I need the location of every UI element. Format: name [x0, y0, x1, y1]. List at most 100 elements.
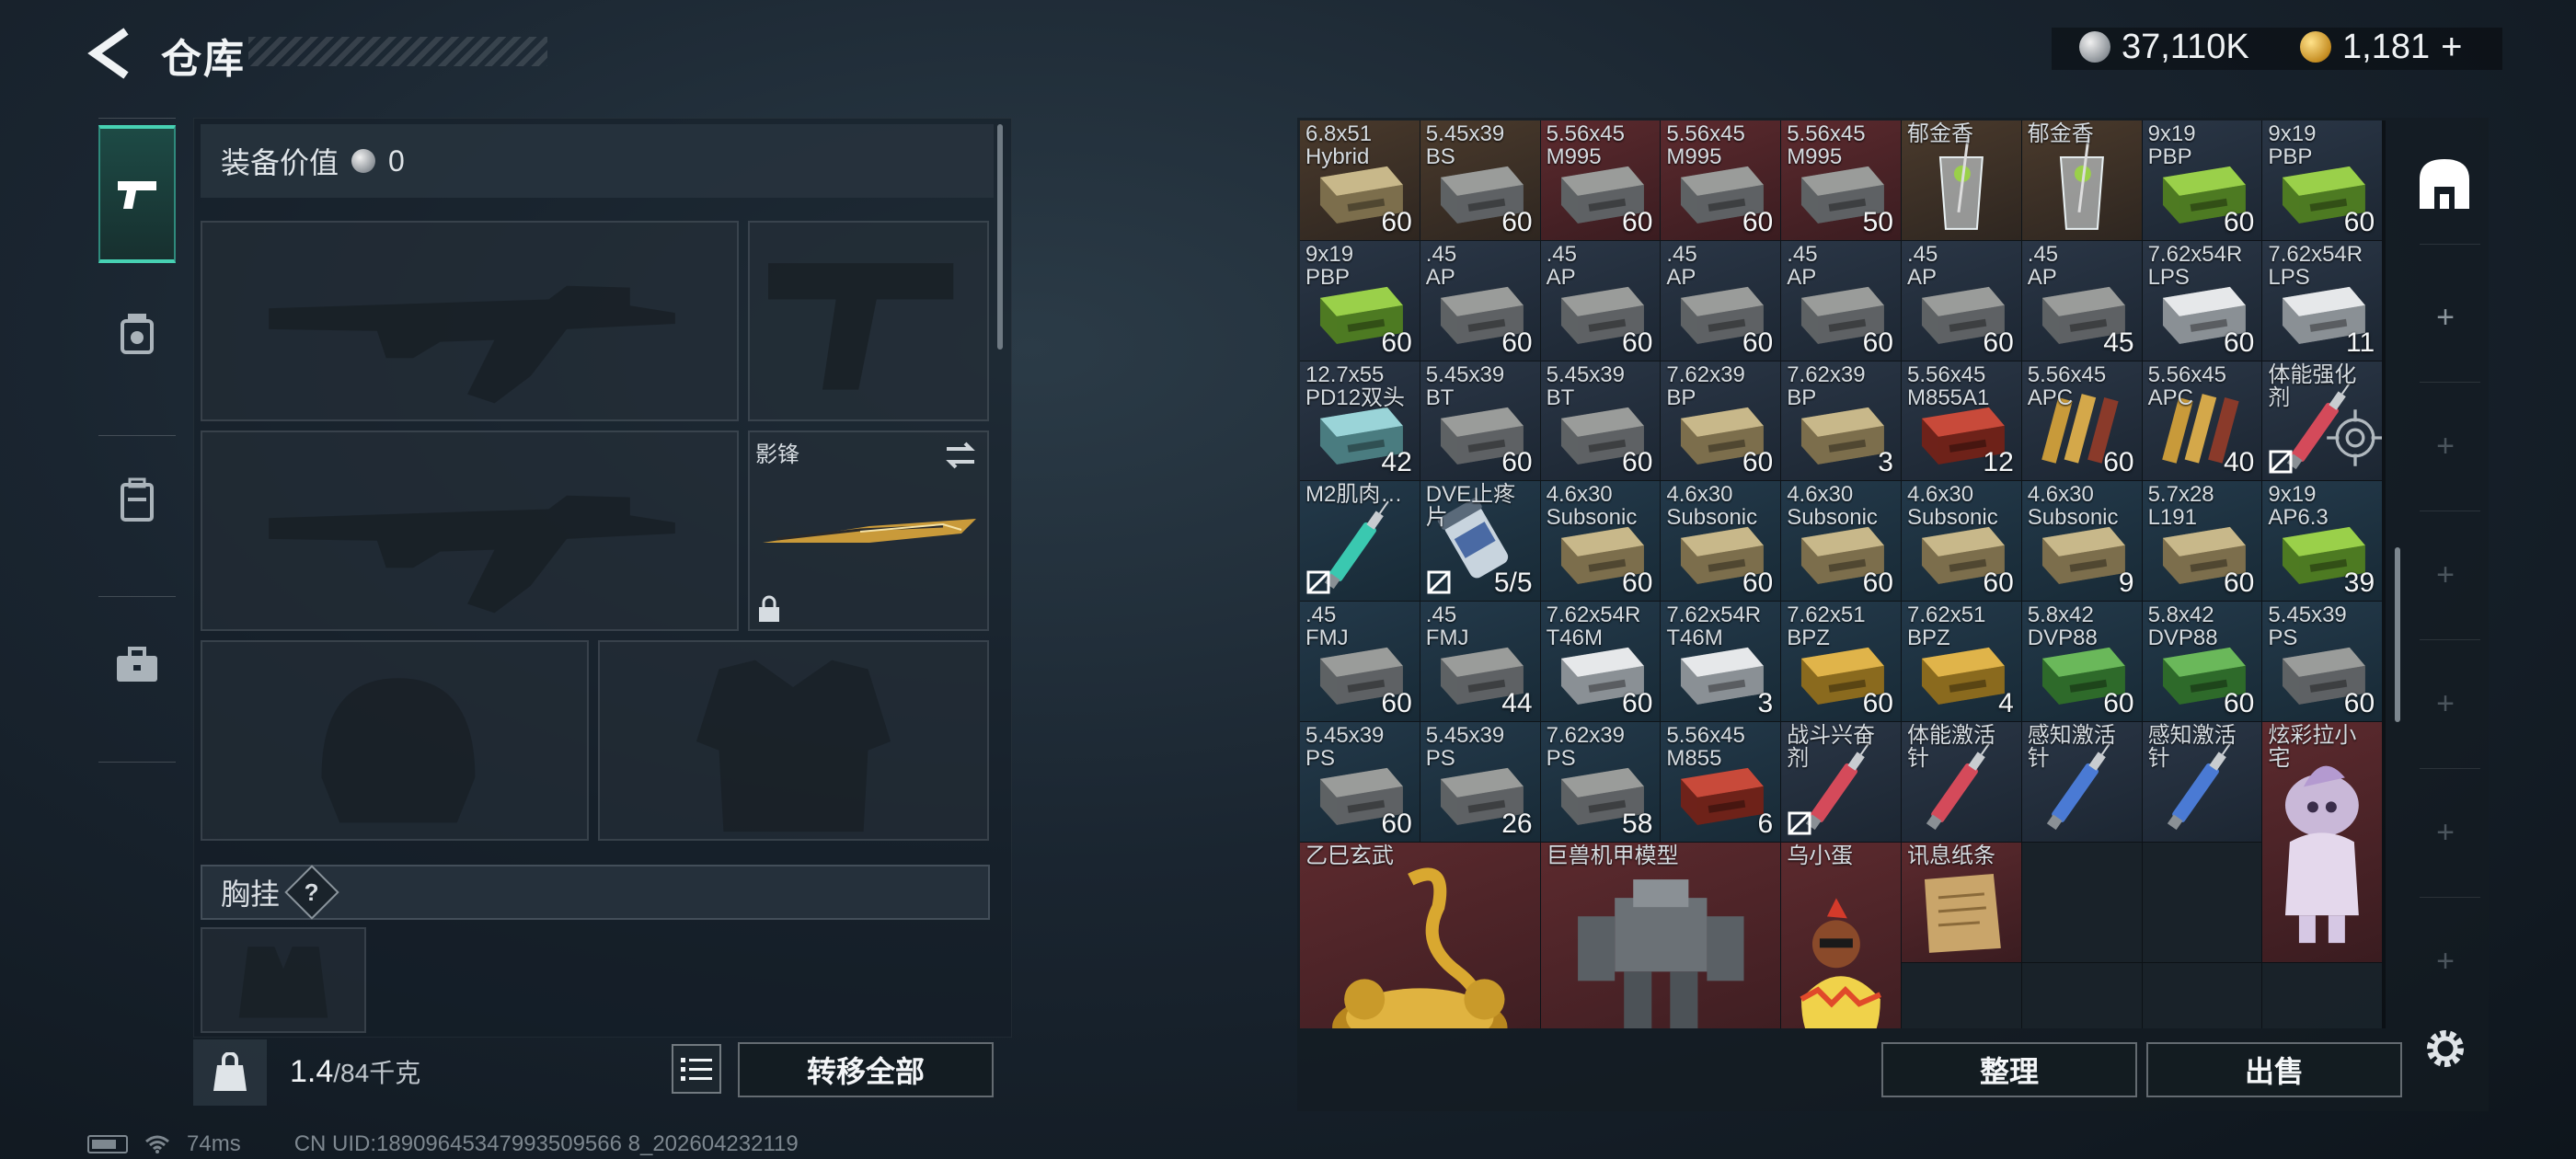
inventory-item[interactable]: DVE止疼片 5/5 — [1420, 481, 1540, 602]
inventory-item[interactable]: .45 AP 60 — [1901, 240, 2021, 361]
sell-button[interactable]: 出售 — [2146, 1042, 2402, 1097]
inventory-item[interactable]: 5.45x39 PS 26 — [1420, 721, 1540, 842]
chest-rig-slot[interactable] — [201, 927, 366, 1033]
item-name: 7.62x39 BP — [1787, 361, 1866, 410]
inventory-item[interactable]: .45 AP 60 — [1781, 240, 1901, 361]
inventory-item[interactable]: 9x19 PBP 60 — [2262, 120, 2383, 240]
inventory-item[interactable]: 5.45x39 BT 60 — [1420, 361, 1540, 481]
secondary-weapon-slot[interactable] — [201, 430, 739, 631]
inventory-item[interactable]: 7.62x39 PS 58 — [1540, 721, 1661, 842]
primary-weapon-slot[interactable] — [201, 221, 739, 421]
empty-slot[interactable] — [2142, 962, 2262, 1028]
inventory-item[interactable]: 5.45x39 PS 60 — [2262, 602, 2383, 721]
inventory-item[interactable]: .45 FMJ 44 — [1420, 602, 1540, 721]
inventory-item[interactable]: 7.62x54R LPS 11 — [2262, 240, 2383, 361]
inventory-item[interactable]: 7.62x39 BP 3 — [1781, 361, 1901, 481]
large-item-chick[interactable]: 乌小蛋 — [1781, 842, 1901, 1028]
inventory-item[interactable]: 5.45x39 BT 60 — [1540, 361, 1661, 481]
add-container-button[interactable]: + — [2427, 299, 2464, 336]
inventory-item[interactable]: 9x19 AP6.3 39 — [2262, 481, 2383, 602]
add-container-button[interactable]: + — [2427, 428, 2464, 465]
sidearm-slot[interactable] — [748, 221, 989, 421]
inventory-item[interactable]: .45 AP 60 — [1540, 240, 1661, 361]
armor-slot[interactable] — [598, 640, 989, 841]
empty-slot[interactable] — [1901, 962, 2021, 1028]
list-view-button[interactable] — [672, 1044, 721, 1094]
sort-button[interactable]: 整理 — [1881, 1042, 2137, 1097]
inventory-item[interactable]: 7.62x39 BP 60 — [1661, 361, 1781, 481]
tab-backpack[interactable] — [98, 430, 176, 568]
tab-case[interactable] — [98, 596, 176, 734]
inventory-item[interactable]: 5.56x45 APC 40 — [2142, 361, 2262, 481]
inventory-item[interactable]: 9x19 PBP 60 — [2142, 120, 2262, 240]
help-icon[interactable]: ? — [284, 865, 339, 920]
inventory-item[interactable]: 7.62x51 BPZ 60 — [1781, 602, 1901, 721]
add-container-button[interactable]: + — [2427, 685, 2464, 722]
inventory-item[interactable]: 7.62x54R LPS 60 — [2142, 240, 2262, 361]
inventory-item[interactable]: 感知激活针 — [2021, 721, 2142, 842]
inventory-item[interactable]: 感知激活针 — [2142, 721, 2262, 842]
warehouse-container-icon[interactable] — [2412, 152, 2477, 216]
inventory-item[interactable]: 战斗兴奋剂 — [1781, 721, 1901, 842]
inventory-item[interactable]: 5.56x45 M855A1 12 — [1901, 361, 2021, 481]
add-container-button[interactable]: + — [2427, 814, 2464, 851]
add-gold-button[interactable]: + — [2441, 27, 2462, 68]
title-decoration — [248, 37, 547, 66]
inventory-item[interactable]: 5.56x45 M995 60 — [1661, 120, 1781, 240]
inventory-item[interactable]: 4.6x30 Subsonic 9 — [2021, 481, 2142, 602]
inventory-item[interactable]: 5.8x42 DVP88 60 — [2142, 602, 2262, 721]
tab-ammo[interactable] — [98, 265, 176, 403]
inventory-item[interactable]: 4.6x30 Subsonic 60 — [1540, 481, 1661, 602]
inventory-item[interactable]: 体能强化剂 — [2262, 361, 2383, 481]
inventory-item[interactable]: .45 AP 60 — [1420, 240, 1540, 361]
inventory-item[interactable]: 6.8x51 Hybrid 60 — [1300, 120, 1420, 240]
item-count: 60 — [1501, 447, 1533, 478]
empty-slot[interactable] — [2021, 962, 2142, 1028]
transfer-all-button[interactable]: 转移全部 — [738, 1042, 994, 1097]
inventory-item[interactable]: .45 AP 60 — [1661, 240, 1781, 361]
inventory-item[interactable]: 7.62x54R T46M 3 — [1661, 602, 1781, 721]
inventory-item[interactable]: 5.8x42 DVP88 60 — [2021, 602, 2142, 721]
add-container-button[interactable]: + — [2427, 943, 2464, 980]
inventory-item[interactable]: 郁金香 — [2021, 120, 2142, 240]
helmet-slot[interactable] — [201, 640, 589, 841]
inventory-item[interactable]: 5.56x45 M855 6 — [1661, 721, 1781, 842]
inventory-item[interactable]: 体能激活针 — [1901, 721, 2021, 842]
inventory-item[interactable]: .45 AP 45 — [2021, 240, 2142, 361]
back-button[interactable] — [87, 28, 133, 79]
equipment-scrollbar[interactable] — [997, 124, 1003, 350]
item-note[interactable]: 讯息纸条 — [1901, 842, 2021, 962]
inventory-item[interactable]: 7.62x51 BPZ 4 — [1901, 602, 2021, 721]
inventory-item[interactable]: 郁金香 — [1901, 120, 2021, 240]
inventory-item[interactable]: M2肌肉… — [1300, 481, 1420, 602]
large-item-mech[interactable]: 巨兽机甲模型 — [1540, 842, 1781, 1028]
tab-firearms[interactable] — [98, 125, 176, 263]
warehouse-scrollbar[interactable] — [2395, 547, 2400, 722]
inventory-item[interactable]: 5.56x45 M995 50 — [1781, 120, 1901, 240]
gold-currency[interactable]: 1,181 + — [2300, 22, 2462, 72]
large-item-figurine[interactable]: 炫彩拉小宅 — [2262, 721, 2383, 962]
inventory-item[interactable]: 12.7x55 PD12双头 42 — [1300, 361, 1420, 481]
empty-slot[interactable] — [2142, 842, 2262, 962]
inventory-item[interactable]: 4.6x30 Subsonic 60 — [1781, 481, 1901, 602]
inventory-item[interactable]: 5.7x28 L191 60 — [2142, 481, 2262, 602]
empty-slot[interactable] — [2262, 962, 2383, 1028]
no-trade-icon — [1427, 570, 1451, 594]
inventory-item[interactable]: 7.62x54R T46M 60 — [1540, 602, 1661, 721]
inventory-item[interactable]: 4.6x30 Subsonic 60 — [1901, 481, 2021, 602]
empty-slot[interactable] — [2021, 842, 2142, 962]
large-item-dragon[interactable]: 乙巳玄武 — [1300, 842, 1540, 1028]
add-container-button[interactable]: + — [2427, 557, 2464, 593]
melee-slot[interactable]: 影锋 — [748, 430, 989, 631]
rifle-silhouette-icon — [269, 495, 675, 614]
inventory-item[interactable]: 9x19 PBP 60 — [1300, 240, 1420, 361]
inventory-item[interactable]: .45 FMJ 60 — [1300, 602, 1420, 721]
inventory-item[interactable]: 5.45x39 PS 60 — [1300, 721, 1420, 842]
settings-button[interactable] — [2418, 1021, 2473, 1076]
inventory-item[interactable]: 5.45x39 BS 60 — [1420, 120, 1540, 240]
inventory-item[interactable]: 5.56x45 APC 60 — [2021, 361, 2142, 481]
item-name: 5.56x45 M995 — [1787, 121, 1866, 169]
swap-icon[interactable] — [943, 440, 978, 471]
inventory-item[interactable]: 5.56x45 M995 60 — [1540, 120, 1661, 240]
inventory-item[interactable]: 4.6x30 Subsonic 60 — [1661, 481, 1781, 602]
